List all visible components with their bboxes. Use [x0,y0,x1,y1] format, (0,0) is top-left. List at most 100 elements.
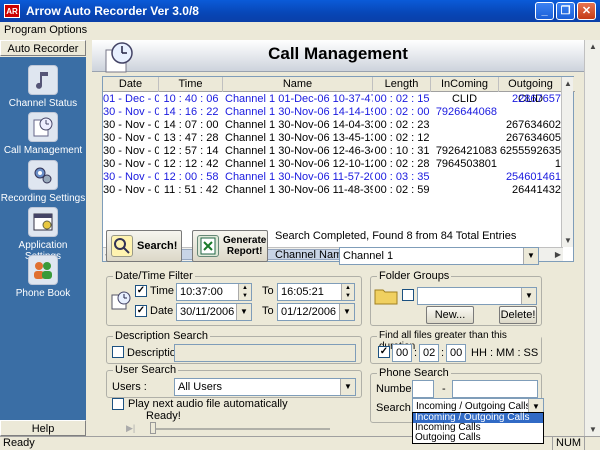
description-checkbox[interactable] [112,346,124,358]
cell-name: Channel 1 01-Dec-06 10-37-47.w... [225,93,373,105]
description-input[interactable] [174,344,356,362]
group-title: User Search [113,364,179,376]
cell-name: Channel 1 30-Nov-06 12-10-12.w... [225,158,373,170]
minimize-button[interactable]: _ [535,2,554,20]
phone-area-field[interactable] [412,380,434,398]
column-header-date[interactable]: Date [103,77,159,92]
group-title: Description Search [113,330,210,342]
chevron-down-icon[interactable]: ▼ [340,379,355,395]
table-row[interactable]: 30 - Nov - 06 14 : 07 : 00 Channel 1 30-No… [103,119,563,132]
cell-outgoing [499,106,561,119]
phone-dash: - [442,383,446,395]
time-from-field[interactable]: 10:37:00 ▲ ▼ [176,283,252,301]
time-to-value: 16:05:21 [281,286,324,298]
auto-play-label: Play next audio file automatically [128,398,288,410]
phone-number-field[interactable] [452,380,538,398]
chevron-down-icon[interactable]: ▼ [339,304,354,320]
cell-name: Channel 1 30-Nov-06 13-45-13.w... [225,132,373,144]
maximize-button[interactable]: ❐ [556,2,575,20]
cell-date: 30 - Nov - 06 [103,119,159,131]
table-row[interactable]: 30 - Nov - 06 13 : 47 : 28 Channel 1 30-No… [103,132,563,145]
folder-group-checkbox[interactable] [402,289,414,301]
cell-outgoing: 254601461 [505,171,561,183]
table-row[interactable]: 30 - Nov - 06 12 : 00 : 58 Channel 1 30-No… [103,171,563,184]
cell-name: Channel 1 30-Nov-06 12-46-34.w... [225,145,373,157]
spinner-icon[interactable]: ▲ ▼ [238,284,251,300]
new-folder-button[interactable]: New... [426,306,474,324]
play-icon[interactable]: ▶| [126,423,138,433]
help-button[interactable]: Help [0,420,86,436]
table-row[interactable]: 01 - Dec - 06 10 : 40 : 06 Channel 1 01-De… [103,93,563,106]
table-body: 01 - Dec - 06 10 : 40 : 06 Channel 1 01-De… [103,93,563,197]
auto-play-checkbox[interactable] [112,398,124,410]
table-vertical-scrollbar[interactable]: ▲ ▼ [561,77,573,247]
duration-ss-field[interactable]: 00 [446,344,466,362]
cell-time: 12 : 00 : 58 [163,171,219,183]
column-header-incoming[interactable]: InComing CLID [431,77,499,105]
channel-name-value: Channel 1 [343,250,394,262]
sidebar-item-application-settings[interactable]: Application Settings [0,207,86,262]
chevron-down-icon[interactable]: ▼ [521,288,536,304]
channel-name-select[interactable]: Channel 1 ▼ [339,247,539,265]
cell-incoming [431,132,497,145]
column-header-outgoing[interactable]: Outgoing CLID [499,77,563,105]
duration-mm-field[interactable]: 02 [419,344,439,362]
spinner-icon[interactable]: ▲ ▼ [341,284,354,300]
menu-program-options[interactable]: Program Options [4,24,87,36]
time-filter-checkbox[interactable]: ✓ [135,285,147,297]
table-row[interactable]: 30 - Nov - 06 12 : 12 : 42 Channel 1 30-No… [103,158,563,171]
playback-track[interactable] [150,428,330,430]
search-status-text: Search Completed, Found 8 from 84 Total … [275,230,517,242]
folder-group-select[interactable]: ▼ [417,287,537,305]
table-row[interactable]: 30 - Nov - 06 14 : 16 : 22 Channel 1 30-No… [103,106,563,119]
cell-date: 30 - Nov - 06 [103,158,159,170]
cell-incoming: 7964503801 [435,158,497,170]
cell-time: 14 : 16 : 22 [163,106,219,118]
time-to-field[interactable]: 16:05:21 ▲ ▼ [277,283,355,301]
sidebar-item-recording-settings[interactable]: Recording Settings [0,160,86,204]
table-row[interactable]: 30 - Nov - 06 11 : 51 : 42 Channel 1 30-No… [103,184,563,197]
date-to-label: To [262,305,274,317]
generate-report-button[interactable]: Generate Report! [192,230,268,262]
date-filter-checkbox[interactable]: ✓ [135,305,147,317]
column-header-length[interactable]: Length [373,77,431,92]
duration-separator: : [441,347,445,359]
time-label: Time [150,285,175,297]
date-to-field[interactable]: 01/12/2006 ▼ [277,303,355,321]
chevron-down-icon[interactable]: ▼ [523,248,538,264]
cell-time: 13 : 47 : 28 [163,132,219,144]
users-select[interactable]: All Users ▼ [174,378,356,396]
generate-label-2: Report! [226,246,263,257]
table-row[interactable]: 30 - Nov - 06 12 : 57 : 14 Channel 1 30-No… [103,145,563,158]
cell-date: 30 - Nov - 06 [103,145,159,157]
sidebar-item-call-management[interactable]: Call Management [0,112,86,156]
clock-document-icon [28,112,58,142]
dropdown-option[interactable]: Outgoing Calls [413,433,543,443]
main-vertical-scrollbar[interactable]: ▲ ▼ [584,40,600,436]
cell-length: 00 : 02 : 15 [374,93,430,105]
date-from-field[interactable]: 30/11/2006 ▼ [176,303,252,321]
app-icon: AR [4,4,20,18]
cell-incoming: 7926644068 [435,106,497,118]
cell-length: 00 : 02 : 12 [374,132,430,144]
playback-slider-thumb[interactable] [150,422,156,434]
cell-name: Channel 1 30-Nov-06 11-48-39.w... [225,184,373,196]
column-header-time[interactable]: Time [159,77,223,92]
people-icon [28,255,58,285]
magnifier-icon [111,235,133,257]
sidebar-item-phone-book[interactable]: Phone Book [0,255,86,299]
column-header-name[interactable]: Name [223,77,373,92]
music-note-icon [28,65,58,95]
sidebar-header[interactable]: Auto Recorder [0,40,86,56]
duration-checkbox[interactable]: ✓ [378,346,390,358]
search-type-dropdown-list[interactable]: Incoming / Outgoing Calls Incoming Calls… [412,412,544,444]
duration-hh-field[interactable]: 00 [392,344,412,362]
chevron-down-icon[interactable]: ▼ [236,304,251,320]
search-button[interactable]: Search! [106,230,182,262]
sidebar-panel: Channel Status Call Management Recording… [0,57,86,420]
sidebar-item-channel-status[interactable]: Channel Status [0,65,86,109]
close-button[interactable]: ✕ [577,2,596,20]
cell-date: 30 - Nov - 06 [103,184,159,196]
delete-folder-button[interactable]: Delete! [499,306,537,324]
search-type-label: Search : [376,402,417,414]
